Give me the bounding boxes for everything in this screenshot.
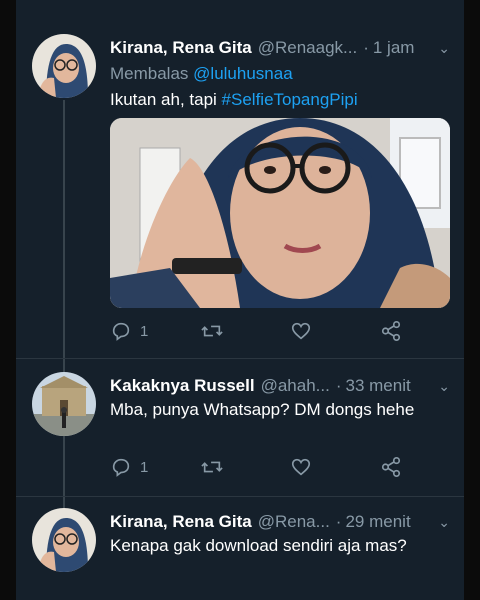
retweet-icon bbox=[201, 325, 223, 337]
reply-button[interactable]: 1 bbox=[110, 456, 170, 478]
separator-dot: · bbox=[335, 512, 342, 531]
reply-count: 1 bbox=[140, 322, 149, 340]
tweet-actions: 1 bbox=[110, 454, 410, 480]
tweet-header: Kirana, Rena Gita @Renaagk... · 1 jam ⌄ bbox=[110, 36, 450, 60]
reply-label: Membalas bbox=[110, 64, 189, 83]
user-handle[interactable]: @Renaagk... bbox=[258, 38, 357, 58]
retweet-button[interactable] bbox=[200, 456, 260, 478]
avatar-photo bbox=[32, 372, 96, 436]
heart-icon bbox=[291, 322, 311, 340]
share-button[interactable] bbox=[380, 456, 410, 478]
tweet-divider bbox=[16, 358, 464, 359]
reply-icon bbox=[112, 458, 130, 477]
tweet-text: Ikutan ah, tapi #SelfieTopangPipi bbox=[110, 90, 450, 110]
user-handle[interactable]: @ahah... bbox=[261, 376, 330, 396]
separator-dot: · bbox=[363, 38, 369, 57]
avatar[interactable] bbox=[32, 34, 96, 98]
chevron-down-icon[interactable]: ⌄ bbox=[430, 378, 450, 395]
tweet-photo[interactable] bbox=[110, 118, 450, 308]
tweet-divider bbox=[16, 496, 464, 497]
tweet-text: Kenapa gak download sendiri aja mas? bbox=[110, 536, 407, 555]
chevron-down-icon[interactable]: ⌄ bbox=[430, 40, 450, 57]
reply-icon bbox=[112, 322, 130, 341]
share-icon bbox=[381, 321, 401, 341]
chevron-down-icon[interactable]: ⌄ bbox=[430, 514, 450, 531]
share-icon bbox=[381, 457, 401, 477]
timestamp[interactable]: 33 menit bbox=[346, 376, 411, 396]
tweet-text: Mba, punya Whatsapp? DM dongs hehe bbox=[110, 400, 415, 419]
tweet-header: Kirana, Rena Gita @Rena... · 29 menit ⌄ bbox=[110, 510, 450, 534]
selfie-photo bbox=[110, 118, 450, 308]
reply-mention-link[interactable]: @luluhusnaa bbox=[193, 64, 293, 83]
heart-icon bbox=[291, 458, 311, 476]
tweet-2[interactable]: Kakaknya Russell @ahah... · 33 menit ⌄ M… bbox=[16, 368, 464, 498]
timeline-screen: Kirana, Rena Gita @Renaagk... · 1 jam ⌄ … bbox=[16, 0, 464, 600]
tweet-header: Kakaknya Russell @ahah... · 33 menit ⌄ bbox=[110, 374, 450, 398]
avatar[interactable] bbox=[32, 508, 96, 572]
tweet-1[interactable]: Kirana, Rena Gita @Renaagk... · 1 jam ⌄ … bbox=[16, 30, 464, 360]
separator-dot: · bbox=[335, 376, 342, 395]
avatar-photo bbox=[32, 34, 96, 98]
avatar[interactable] bbox=[32, 372, 96, 436]
reply-context: Membalas @luluhusnaa bbox=[110, 64, 293, 84]
like-button[interactable] bbox=[290, 456, 350, 478]
display-name[interactable]: Kirana, Rena Gita bbox=[110, 38, 252, 58]
retweet-icon bbox=[201, 461, 223, 473]
retweet-button[interactable] bbox=[200, 320, 260, 342]
tweet-3[interactable]: Kirana, Rena Gita @Rena... · 29 menit ⌄ … bbox=[16, 504, 464, 600]
avatar-photo bbox=[32, 508, 96, 572]
like-button[interactable] bbox=[290, 320, 350, 342]
share-button[interactable] bbox=[380, 320, 410, 342]
timestamp[interactable]: 1 jam bbox=[373, 38, 415, 58]
tweet-text-body: Ikutan ah, tapi bbox=[110, 90, 217, 109]
reply-count: 1 bbox=[140, 458, 149, 476]
display-name[interactable]: Kakaknya Russell bbox=[110, 376, 255, 396]
tweet-actions: 1 bbox=[110, 318, 410, 344]
display-name[interactable]: Kirana, Rena Gita bbox=[110, 512, 252, 532]
user-handle[interactable]: @Rena... bbox=[258, 512, 330, 532]
reply-button[interactable]: 1 bbox=[110, 320, 170, 342]
hashtag-link[interactable]: #SelfieTopangPipi bbox=[222, 90, 358, 109]
timestamp[interactable]: 29 menit bbox=[345, 512, 410, 532]
